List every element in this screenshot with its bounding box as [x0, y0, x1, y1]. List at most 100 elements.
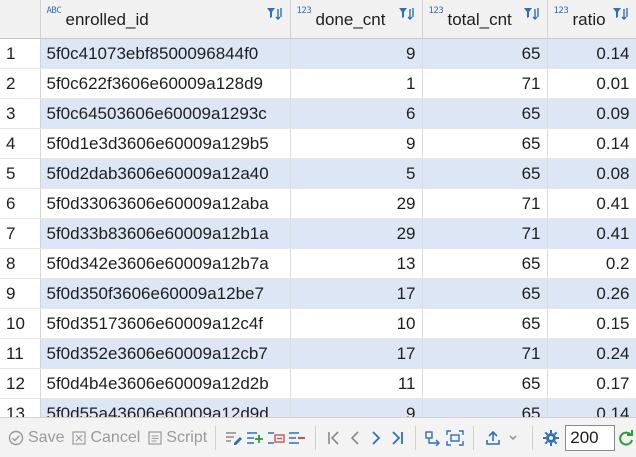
cell-enrolled-id[interactable]: 5f0d1e3d3606e60009a129b5 [40, 128, 291, 159]
row-number[interactable]: 2 [0, 68, 41, 99]
cell-done-cnt[interactable]: 9 [290, 128, 423, 159]
cell-ratio[interactable]: 0.17 [547, 368, 636, 399]
copy-row-icon[interactable] [267, 427, 286, 449]
cell-ratio[interactable]: 0.2 [547, 248, 636, 279]
next-page-icon[interactable] [366, 427, 385, 449]
table-row[interactable]: 4 5f0d1e3d3606e60009a129b5 9 65 0.14 [0, 128, 636, 159]
row-number[interactable]: 11 [0, 338, 41, 369]
edit-cell-icon[interactable] [225, 427, 244, 449]
cell-ratio[interactable]: 0.14 [547, 128, 636, 159]
cell-total-cnt[interactable]: 65 [422, 248, 548, 279]
last-page-icon[interactable] [387, 427, 406, 449]
script-button[interactable]: Script [148, 429, 207, 447]
cell-done-cnt[interactable]: 17 [290, 278, 423, 309]
table-row[interactable]: 3 5f0c64503606e60009a1293c 6 65 0.09 [0, 98, 636, 129]
cell-total-cnt[interactable]: 65 [422, 98, 548, 129]
cell-enrolled-id[interactable]: 5f0c622f3606e60009a128d9 [40, 68, 291, 99]
cell-done-cnt[interactable]: 17 [290, 338, 423, 369]
cell-done-cnt[interactable]: 13 [290, 248, 423, 279]
cell-enrolled-id[interactable]: 5f0d4b4e3606e60009a12d2b [40, 368, 291, 399]
cell-total-cnt[interactable]: 65 [422, 308, 548, 339]
cell-total-cnt[interactable]: 65 [422, 398, 548, 417]
cell-enrolled-id[interactable]: 5f0c64503606e60009a1293c [40, 98, 291, 129]
cell-done-cnt[interactable]: 6 [290, 98, 423, 129]
more-icon[interactable] [504, 427, 523, 449]
row-number-header[interactable] [0, 0, 41, 39]
table-row[interactable]: 6 5f0d33063606e60009a12aba 29 71 0.41 [0, 188, 636, 219]
table-row[interactable]: 11 5f0d352e3606e60009a12cb7 17 71 0.24 [0, 338, 636, 369]
cell-total-cnt[interactable]: 65 [422, 128, 548, 159]
cell-enrolled-id[interactable]: 5f0d33063606e60009a12aba [40, 188, 291, 219]
cell-total-cnt[interactable]: 71 [422, 218, 548, 249]
cell-enrolled-id[interactable]: 5f0d35173606e60009a12c4f [40, 308, 291, 339]
row-number[interactable]: 4 [0, 128, 41, 159]
filter-sort-icon[interactable] [266, 6, 284, 26]
table-row[interactable]: 12 5f0d4b4e3606e60009a12d2b 11 65 0.17 [0, 368, 636, 399]
cell-total-cnt[interactable]: 65 [422, 38, 548, 69]
cell-ratio[interactable]: 0.14 [547, 38, 636, 69]
cell-ratio[interactable]: 0.41 [547, 188, 636, 219]
cell-ratio[interactable]: 0.41 [547, 218, 636, 249]
cell-ratio[interactable]: 0.08 [547, 158, 636, 189]
cell-done-cnt[interactable]: 11 [290, 368, 423, 399]
filter-sort-icon[interactable] [612, 6, 630, 26]
column-header-ratio[interactable]: 123 ratio [547, 0, 636, 39]
cell-ratio[interactable]: 0.24 [547, 338, 636, 369]
fetch-all-icon[interactable] [446, 427, 465, 449]
cell-done-cnt[interactable]: 5 [290, 158, 423, 189]
row-number[interactable]: 12 [0, 368, 41, 399]
cell-enrolled-id[interactable]: 5f0d342e3606e60009a12b7a [40, 248, 291, 279]
row-number[interactable]: 9 [0, 278, 41, 309]
cell-ratio[interactable]: 0.26 [547, 278, 636, 309]
fetch-size-input[interactable] [565, 424, 616, 451]
filter-sort-icon[interactable] [398, 6, 416, 26]
cell-done-cnt[interactable]: 1 [290, 68, 423, 99]
cell-ratio[interactable]: 0.01 [547, 68, 636, 99]
cell-done-cnt[interactable]: 9 [290, 398, 423, 417]
cancel-button[interactable]: Cancel [72, 429, 140, 447]
fetch-next-icon[interactable] [425, 427, 444, 449]
cell-ratio[interactable]: 0.15 [547, 308, 636, 339]
table-row[interactable]: 5 5f0d2dab3606e60009a12a40 5 65 0.08 [0, 158, 636, 189]
results-grid[interactable]: ABC enrolled_id 123 done_cnt 123 total_c… [0, 0, 636, 417]
cell-total-cnt[interactable]: 71 [422, 338, 548, 369]
table-row[interactable]: 13 5f0d55a43606e60009a12d9d 9 65 0.14 [0, 398, 636, 417]
cell-total-cnt[interactable]: 65 [422, 158, 548, 189]
column-header-done-cnt[interactable]: 123 done_cnt [290, 0, 423, 39]
cell-total-cnt[interactable]: 71 [422, 68, 548, 99]
row-number[interactable]: 8 [0, 248, 41, 279]
row-number[interactable]: 7 [0, 218, 41, 249]
row-number[interactable]: 1 [0, 38, 41, 69]
cell-total-cnt[interactable]: 65 [422, 278, 548, 309]
row-number[interactable]: 10 [0, 308, 41, 339]
cell-ratio[interactable]: 0.14 [547, 398, 636, 417]
table-row[interactable]: 1 5f0c41073ebf8500096844f0 9 65 0.14 [0, 38, 636, 69]
filter-sort-icon[interactable] [523, 6, 541, 26]
cell-done-cnt[interactable]: 10 [290, 308, 423, 339]
gear-icon[interactable] [541, 427, 560, 449]
column-header-enrolled-id[interactable]: ABC enrolled_id [40, 0, 291, 39]
cell-done-cnt[interactable]: 9 [290, 38, 423, 69]
table-row[interactable]: 10 5f0d35173606e60009a12c4f 10 65 0.15 [0, 308, 636, 339]
cell-enrolled-id[interactable]: 5f0d33b83606e60009a12b1a [40, 218, 291, 249]
row-number[interactable]: 13 [0, 398, 41, 417]
export-icon[interactable] [483, 427, 502, 449]
cell-enrolled-id[interactable]: 5f0d350f3606e60009a12be7 [40, 278, 291, 309]
delete-row-icon[interactable] [287, 427, 306, 449]
cell-enrolled-id[interactable]: 5f0d55a43606e60009a12d9d [40, 398, 291, 417]
cell-enrolled-id[interactable]: 5f0d352e3606e60009a12cb7 [40, 338, 291, 369]
row-number[interactable]: 5 [0, 158, 41, 189]
cell-ratio[interactable]: 0.09 [547, 98, 636, 129]
table-row[interactable]: 9 5f0d350f3606e60009a12be7 17 65 0.26 [0, 278, 636, 309]
previous-page-icon[interactable] [346, 427, 365, 449]
cell-done-cnt[interactable]: 29 [290, 218, 423, 249]
row-number[interactable]: 6 [0, 188, 41, 219]
refresh-icon[interactable] [616, 427, 635, 449]
row-number[interactable]: 3 [0, 98, 41, 129]
cell-enrolled-id[interactable]: 5f0c41073ebf8500096844f0 [40, 38, 291, 69]
cell-enrolled-id[interactable]: 5f0d2dab3606e60009a12a40 [40, 158, 291, 189]
cell-done-cnt[interactable]: 29 [290, 188, 423, 219]
table-row[interactable]: 8 5f0d342e3606e60009a12b7a 13 65 0.2 [0, 248, 636, 279]
first-page-icon[interactable] [325, 427, 344, 449]
column-header-total-cnt[interactable]: 123 total_cnt [422, 0, 548, 39]
